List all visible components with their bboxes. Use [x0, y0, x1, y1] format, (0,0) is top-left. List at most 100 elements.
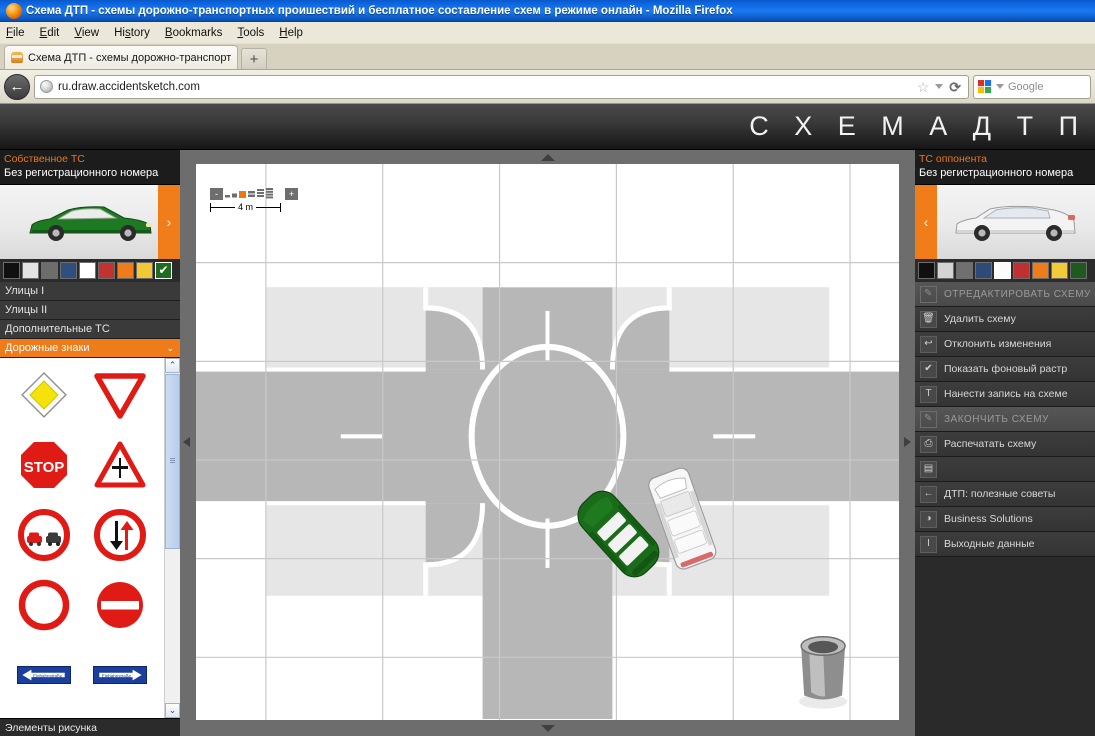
color-swatch[interactable]: [918, 262, 935, 279]
browser-menubar: File Edit View History Bookmarks Tools H…: [0, 22, 1095, 44]
white-estate-side-icon: [955, 205, 1076, 241]
sketch-canvas[interactable]: - + 4 m: [196, 164, 899, 720]
menu-add-text[interactable]: T Нанести запись на схеме: [915, 382, 1095, 407]
sign-no-overtaking[interactable]: [17, 508, 71, 562]
no-overtaking-sign-icon: [18, 509, 70, 561]
scale-level-selector[interactable]: [225, 188, 283, 200]
scroll-down-icon: [540, 724, 555, 732]
sign-one-way-left[interactable]: Einbahnstraße: [17, 648, 71, 702]
color-swatch[interactable]: [3, 262, 20, 279]
menu-tools[interactable]: Tools: [237, 27, 264, 39]
search-box[interactable]: Google: [973, 74, 1091, 99]
search-engine-chevron-icon[interactable]: [996, 84, 1004, 89]
opponent-vehicle-color-swatches: [915, 259, 1095, 282]
sign-stop[interactable]: STOP: [17, 438, 71, 492]
drawing-elements-label: Элементы рисунка: [5, 721, 97, 734]
next-vehicle-button[interactable]: ›: [158, 185, 180, 259]
svg-text:Einbahnstraße: Einbahnstraße: [102, 673, 132, 678]
scroll-up-button[interactable]: ⌃: [165, 358, 180, 373]
color-swatch[interactable]: [98, 262, 115, 279]
color-swatch-selected[interactable]: [994, 262, 1011, 279]
color-swatch[interactable]: [136, 262, 153, 279]
category-additional-vehicles[interactable]: Дополнительные ТС: [0, 320, 180, 339]
prev-vehicle-button[interactable]: ‹: [915, 185, 937, 259]
opponent-vehicle-preview[interactable]: ‹: [915, 185, 1095, 259]
own-vehicle-header: Собственное ТС Без регистрационного номе…: [0, 150, 180, 185]
sign-priority-road[interactable]: [17, 368, 71, 422]
bookmark-star-icon[interactable]: ☆: [917, 80, 930, 94]
sign-crossroad-ahead[interactable]: [93, 438, 147, 492]
scrollbar-thumb[interactable]: [165, 374, 180, 549]
menu-view[interactable]: View: [74, 27, 99, 39]
category-streets-1[interactable]: Улицы I: [0, 282, 180, 301]
drawing-elements-footer[interactable]: Элементы рисунка: [0, 718, 180, 736]
category-road-signs[interactable]: Дорожные знаки ⌄: [0, 339, 180, 358]
undo-icon: ↩: [920, 335, 937, 353]
menu-edit[interactable]: Edit: [40, 27, 60, 39]
color-swatch[interactable]: [117, 262, 134, 279]
menu-undo-changes[interactable]: ↩ Отклонить изменения: [915, 332, 1095, 357]
site-globe-icon: [40, 80, 53, 93]
menu-show-background-raster[interactable]: ✔ Показать фоновый растр: [915, 357, 1095, 382]
application-root: С Х Е М А Д Т П Собственное ТС Без регис…: [0, 104, 1095, 736]
browser-titlebar: Схема ДТП - схемы дорожно-транспортных п…: [0, 0, 1095, 22]
zoom-in-button[interactable]: +: [285, 188, 298, 200]
category-label: Улицы II: [5, 304, 48, 316]
scroll-down-button[interactable]: ⌄: [165, 703, 180, 718]
own-vehicle-color-swatches: ✔: [0, 259, 180, 282]
color-swatch[interactable]: [937, 262, 954, 279]
own-vehicle-kind-label: Собственное ТС: [4, 153, 85, 165]
menu-bookmarks[interactable]: Bookmarks: [165, 27, 223, 39]
menu-print-sketch[interactable]: ⎙ Распечатать схему: [915, 432, 1095, 457]
color-swatch[interactable]: [79, 262, 96, 279]
sign-no-entry[interactable]: [93, 578, 147, 632]
canvas-scroll-left[interactable]: [180, 164, 196, 720]
search-input[interactable]: Google: [1008, 81, 1043, 93]
color-swatch[interactable]: [956, 262, 973, 279]
chevron-down-icon[interactable]: [935, 84, 944, 89]
browser-tab[interactable]: Схема ДТП - схемы дорожно-транспортн...: [4, 45, 238, 69]
menu-document[interactable]: ▤: [915, 457, 1095, 482]
opponent-vehicle-kind-label: ТС оппонента: [919, 153, 987, 165]
color-swatch[interactable]: [60, 262, 77, 279]
menu-history[interactable]: History: [114, 27, 150, 39]
info-icon: I: [920, 535, 937, 553]
reload-icon[interactable]: ⟳: [949, 80, 961, 94]
menu-imprint[interactable]: I Выходные данные: [915, 532, 1095, 557]
category-streets-2[interactable]: Улицы II: [0, 301, 180, 320]
menu-label: Выходные данные: [944, 538, 1035, 550]
canvas-scale-tool[interactable]: - + 4 m: [210, 188, 298, 212]
trash-icon: 🗑: [920, 310, 937, 328]
menu-label: ОТРЕДАКТИРОВАТЬ СХЕМУ: [944, 288, 1091, 300]
back-arrow-icon[interactable]: ←: [4, 73, 30, 100]
checkmark-icon: ✔: [920, 360, 937, 378]
new-tab-button[interactable]: +: [241, 48, 267, 69]
color-swatch[interactable]: [22, 262, 39, 279]
own-vehicle-plate-label: Без регистрационного номера: [4, 167, 159, 179]
signs-scrollbar[interactable]: ⌃ ⌄: [164, 358, 180, 718]
menu-file[interactable]: File: [6, 27, 25, 39]
sign-no-vehicles[interactable]: [17, 578, 71, 632]
menu-business-solutions[interactable]: ◑ Business Solutions: [915, 507, 1095, 532]
canvas-scroll-right[interactable]: [899, 164, 915, 720]
svg-text:Einbahnstraße: Einbahnstraße: [33, 673, 63, 678]
sign-give-way[interactable]: [93, 368, 147, 422]
menu-accident-tips[interactable]: ← ДТП: полезные советы: [915, 482, 1095, 507]
canvas-scroll-top[interactable]: [180, 150, 915, 164]
own-vehicle-preview[interactable]: ›: [0, 185, 180, 259]
color-swatch[interactable]: [1013, 262, 1030, 279]
color-swatch[interactable]: [1032, 262, 1049, 279]
menu-delete-sketch[interactable]: 🗑 Удалить схему: [915, 307, 1095, 332]
url-bar[interactable]: ru.draw.accidentsketch.com ☆ ⟳: [34, 74, 969, 99]
canvas-scroll-bottom[interactable]: [180, 720, 915, 736]
menu-label: Business Solutions: [944, 513, 1033, 525]
color-swatch-selected[interactable]: ✔: [155, 262, 172, 279]
color-swatch[interactable]: [41, 262, 58, 279]
sign-one-way-right[interactable]: Einbahnstraße: [93, 648, 147, 702]
zoom-out-button[interactable]: -: [210, 188, 223, 200]
color-swatch[interactable]: [975, 262, 992, 279]
color-swatch[interactable]: [1070, 262, 1087, 279]
menu-help[interactable]: Help: [279, 27, 303, 39]
sign-oncoming-priority[interactable]: [93, 508, 147, 562]
color-swatch[interactable]: [1051, 262, 1068, 279]
